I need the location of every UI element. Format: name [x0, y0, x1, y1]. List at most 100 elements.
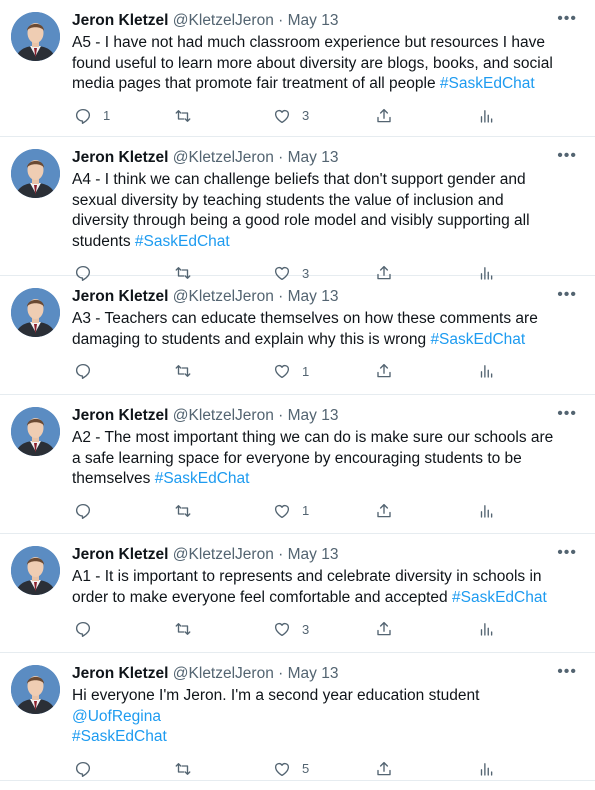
tweet[interactable]: Jeron Kletzel @KletzelJeron · May 13 •••… — [0, 534, 595, 653]
tweet[interactable]: Jeron Kletzel @KletzelJeron · May 13 •••… — [0, 276, 595, 395]
retweet-button[interactable] — [174, 620, 203, 638]
reply-button[interactable] — [74, 760, 103, 778]
avatar[interactable] — [11, 546, 60, 595]
tweet-date[interactable]: May 13 — [288, 665, 339, 682]
share-icon — [377, 363, 391, 378]
heart-icon — [274, 364, 290, 379]
more-icon[interactable]: ••• — [557, 663, 577, 681]
analytics-button[interactable] — [477, 620, 495, 638]
tweet-date[interactable]: May 13 — [288, 546, 339, 563]
analytics-button[interactable] — [477, 107, 495, 125]
separator: · — [278, 12, 284, 29]
reply-button[interactable] — [74, 362, 103, 380]
avatar[interactable] — [11, 288, 60, 337]
share-icon — [377, 503, 391, 517]
avatar[interactable] — [11, 407, 60, 456]
tweet-date[interactable]: May 13 — [288, 149, 339, 166]
tweet-actions: 3 — [72, 616, 581, 650]
tweet-text: A4 - I think we can challenge beliefs th… — [72, 170, 581, 252]
tweet[interactable]: Jeron Kletzel @KletzelJeron · May 13 •••… — [0, 0, 595, 137]
author-handle[interactable]: @KletzelJeron — [173, 546, 274, 563]
reply-icon — [75, 621, 91, 637]
retweet-button[interactable] — [174, 362, 203, 380]
retweet-button[interactable] — [174, 107, 203, 125]
reply-icon — [75, 363, 91, 379]
tweet[interactable]: Jeron Kletzel @KletzelJeron · May 13 •••… — [0, 395, 595, 534]
hashtag-link[interactable]: #SaskEdChat — [155, 470, 250, 487]
more-icon[interactable]: ••• — [557, 10, 577, 28]
reply-button[interactable] — [74, 620, 103, 638]
retweet-icon — [175, 762, 191, 775]
like-button[interactable]: 3 — [273, 107, 309, 125]
tweet-feed: Jeron Kletzel @KletzelJeron · May 13 •••… — [0, 0, 595, 781]
analytics-icon — [480, 623, 493, 636]
tweet[interactable]: Jeron Kletzel @KletzelJeron · May 13 •••… — [0, 653, 595, 781]
heart-icon — [274, 762, 290, 776]
reply-button[interactable] — [74, 502, 103, 520]
tweet-body: A2 - The most important thing we can do … — [72, 429, 554, 487]
separator: · — [278, 288, 284, 305]
share-button[interactable] — [375, 620, 393, 638]
tweet-text: A3 - Teachers can educate themselves on … — [72, 309, 581, 350]
tweet-actions: 1 — [72, 498, 581, 532]
tweet-date[interactable]: May 13 — [288, 288, 339, 305]
like-button[interactable]: 1 — [273, 362, 309, 380]
like-count: 1 — [302, 363, 310, 379]
hashtag-link[interactable]: #SaskEdChat — [452, 589, 547, 606]
reply-button[interactable]: 1 — [74, 107, 110, 125]
retweet-button[interactable] — [174, 760, 203, 778]
share-button[interactable] — [375, 107, 393, 125]
author-handle[interactable]: @KletzelJeron — [173, 288, 274, 305]
author-name[interactable]: Jeron Kletzel — [72, 288, 168, 305]
like-button[interactable]: 5 — [273, 760, 309, 778]
hashtag-link[interactable]: #SaskEdChat — [430, 331, 525, 348]
analytics-icon — [480, 109, 493, 123]
mention-link[interactable]: @UofRegina — [72, 708, 161, 725]
author-handle[interactable]: @KletzelJeron — [173, 12, 274, 29]
more-icon[interactable]: ••• — [557, 147, 577, 165]
author-handle[interactable]: @KletzelJeron — [173, 665, 274, 682]
heart-icon — [274, 622, 290, 637]
author-handle[interactable]: @KletzelJeron — [173, 149, 274, 166]
share-icon — [377, 108, 391, 122]
author-handle[interactable]: @KletzelJeron — [173, 407, 274, 424]
tweet-date[interactable]: May 13 — [288, 12, 339, 29]
retweet-icon — [175, 623, 191, 635]
tweet-text: A5 - I have not had much classroom exper… — [72, 33, 581, 95]
reply-count: 1 — [103, 108, 111, 123]
hashtag-link[interactable]: #SaskEdChat — [440, 75, 535, 92]
like-count: 1 — [302, 503, 310, 518]
more-icon[interactable]: ••• — [557, 405, 577, 423]
hashtag-link[interactable]: #SaskEdChat — [135, 233, 230, 250]
more-icon[interactable]: ••• — [557, 286, 577, 304]
tweet[interactable]: Jeron Kletzel @KletzelJeron · May 13 •••… — [0, 137, 595, 281]
like-button[interactable]: 1 — [273, 502, 309, 520]
tweet-actions: 1 3 — [72, 103, 581, 137]
like-count: 5 — [302, 761, 310, 776]
author-name[interactable]: Jeron Kletzel — [72, 12, 168, 29]
tweet-text: A1 - It is important to represents and c… — [72, 567, 581, 608]
author-name[interactable]: Jeron Kletzel — [72, 407, 168, 424]
tweet-actions: 5 — [72, 756, 581, 790]
tweet-date[interactable]: May 13 — [288, 407, 339, 424]
heart-icon — [274, 504, 290, 518]
avatar[interactable] — [11, 12, 60, 61]
author-name[interactable]: Jeron Kletzel — [72, 149, 168, 166]
author-name[interactable]: Jeron Kletzel — [72, 665, 168, 682]
like-count: 3 — [302, 108, 310, 123]
analytics-button[interactable] — [477, 362, 495, 380]
retweet-button[interactable] — [174, 502, 203, 520]
avatar[interactable] — [11, 149, 60, 198]
analytics-icon — [480, 365, 493, 378]
more-icon[interactable]: ••• — [557, 544, 577, 562]
like-button[interactable]: 3 — [273, 620, 309, 638]
share-button[interactable] — [375, 362, 393, 380]
analytics-button[interactable] — [477, 502, 495, 520]
share-button[interactable] — [375, 502, 393, 520]
analytics-button[interactable] — [477, 760, 495, 778]
author-name[interactable]: Jeron Kletzel — [72, 546, 168, 563]
separator: · — [278, 149, 284, 166]
share-button[interactable] — [375, 760, 393, 778]
avatar[interactable] — [11, 665, 60, 714]
hashtag-link[interactable]: #SaskEdChat — [72, 728, 167, 745]
